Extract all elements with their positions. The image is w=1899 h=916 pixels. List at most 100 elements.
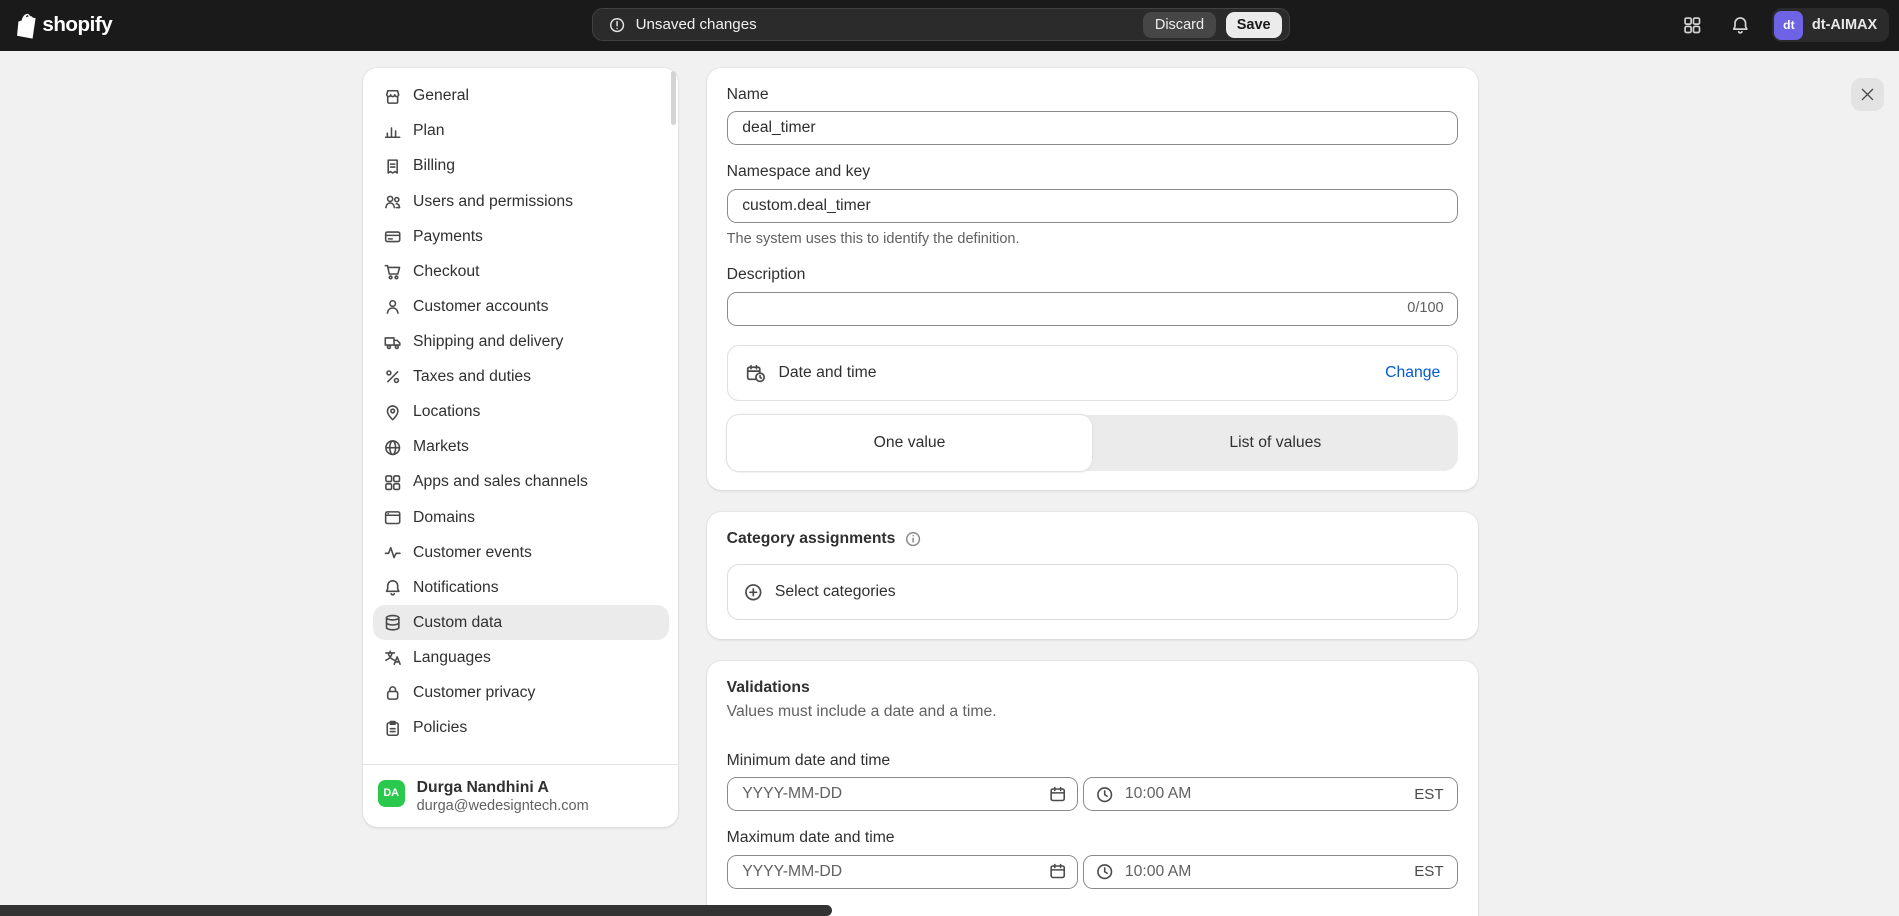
truck-icon xyxy=(383,332,402,351)
store-menu[interactable]: dt dt-AIMAX xyxy=(1772,8,1889,42)
value-count-segmented: One value List of values xyxy=(727,415,1459,471)
topbar-right: dt dt-AIMAX xyxy=(1675,8,1889,42)
max-date-label: Maximum date and time xyxy=(727,828,1459,847)
change-type-link[interactable]: Change xyxy=(1385,364,1440,382)
name-label: Name xyxy=(727,85,1459,104)
sidebar-scrollbar[interactable] xyxy=(671,71,676,124)
namespace-input[interactable] xyxy=(727,189,1459,223)
shopify-admin: shopify Unsaved changes Discard Save dt … xyxy=(0,0,1899,916)
namespace-help: The system uses this to identify the def… xyxy=(727,230,1459,248)
sidebar-item-customer-events[interactable]: Customer events xyxy=(373,535,669,570)
category-title: Category assignments xyxy=(727,529,896,548)
sidebar-item-policies[interactable]: Policies xyxy=(373,711,669,746)
user-avatar: DA xyxy=(378,780,405,807)
user-profile[interactable]: DA Durga Nandhini A durga@wedesigntech.c… xyxy=(363,764,678,827)
date-time-icon xyxy=(745,363,766,384)
unsaved-changes-text: Unsaved changes xyxy=(636,16,757,33)
store-name: dt-AIMAX xyxy=(1812,17,1877,33)
sidebar-item-checkout[interactable]: Checkout xyxy=(373,254,669,289)
globe-icon xyxy=(383,438,402,457)
close-icon xyxy=(1859,86,1876,103)
segment-one-value[interactable]: One value xyxy=(727,415,1093,471)
definition-card: Name Namespace and key The system uses t… xyxy=(707,68,1477,491)
sidebar-item-label: Billing xyxy=(413,157,455,175)
max-date-input[interactable] xyxy=(727,855,1078,889)
sidebar-item-label: Custom data xyxy=(413,614,502,632)
min-date-label: Minimum date and time xyxy=(727,751,1459,770)
person-icon xyxy=(383,297,402,316)
sidebar-item-label: Checkout xyxy=(413,263,479,281)
sidebar-item-customer-accounts[interactable]: Customer accounts xyxy=(373,289,669,324)
apps-button[interactable] xyxy=(1675,8,1709,42)
validations-title: Validations xyxy=(727,678,1459,697)
sidebar-item-domains[interactable]: Domains xyxy=(373,500,669,535)
close-button[interactable] xyxy=(1851,78,1885,112)
user-email: durga@wedesigntech.com xyxy=(417,797,589,815)
select-categories-button[interactable]: Select categories xyxy=(727,564,1459,620)
sidebar-item-label: Languages xyxy=(413,649,491,667)
sidebar-item-languages[interactable]: Languages xyxy=(373,640,669,675)
segment-list-of-values[interactable]: List of values xyxy=(1092,415,1458,471)
sidebar-item-taxes-and-duties[interactable]: Taxes and duties xyxy=(373,360,669,395)
sidebar-item-label: Customer privacy xyxy=(413,684,535,702)
content-type-box: Date and time Change xyxy=(727,345,1459,401)
translate-icon xyxy=(383,648,402,667)
namespace-label: Namespace and key xyxy=(727,162,1459,181)
sidebar-item-markets[interactable]: Markets xyxy=(373,430,669,465)
sidebar-item-locations[interactable]: Locations xyxy=(373,395,669,430)
pin-icon xyxy=(383,403,402,422)
bell-icon xyxy=(1730,15,1751,36)
validations-note: Values must include a date and a time. xyxy=(727,702,1459,721)
sidebar-item-shipping-and-delivery[interactable]: Shipping and delivery xyxy=(373,324,669,359)
sidebar-item-apps-and-sales-channels[interactable]: Apps and sales channels xyxy=(373,465,669,500)
sidebar-item-label: Plan xyxy=(413,122,445,140)
max-time-input[interactable] xyxy=(1083,855,1458,889)
min-date-input[interactable] xyxy=(727,777,1078,811)
description-input[interactable] xyxy=(727,292,1459,326)
settings-page: General Plan Billing Users and permissions P… xyxy=(0,51,1899,916)
sidebar-item-label: Users and permissions xyxy=(413,193,573,211)
definition-editor: Name Namespace and key The system uses t… xyxy=(707,68,1477,916)
topbar: shopify Unsaved changes Discard Save dt … xyxy=(0,0,1899,51)
shopify-wordmark: shopify xyxy=(42,13,112,37)
name-input[interactable] xyxy=(727,111,1459,145)
info-icon[interactable] xyxy=(904,530,922,548)
settings-nav: General Plan Billing Users and permissions P… xyxy=(363,68,678,765)
discard-button[interactable]: Discard xyxy=(1143,12,1216,37)
unsaved-changes-bar: Unsaved changes Discard Save xyxy=(592,8,1290,41)
sidebar-item-label: General xyxy=(413,87,469,105)
sidebar-item-label: Apps and sales channels xyxy=(413,473,588,491)
lock-icon xyxy=(383,683,402,702)
sidebar-item-label: Shipping and delivery xyxy=(413,333,563,351)
database-icon xyxy=(383,613,402,632)
sidebar-item-label: Taxes and duties xyxy=(413,368,531,386)
alert-circle-icon xyxy=(608,16,626,34)
horizontal-scrollbar[interactable] xyxy=(0,905,832,916)
grid-icon xyxy=(383,473,402,492)
validations-card: Validations Values must include a date a… xyxy=(707,661,1477,916)
apps-icon xyxy=(1682,15,1703,36)
notifications-button[interactable] xyxy=(1724,8,1758,42)
shopify-logo[interactable]: shopify xyxy=(15,12,113,40)
save-button[interactable]: Save xyxy=(1226,12,1282,37)
max-timezone: EST xyxy=(1414,863,1443,880)
sidebar-item-label: Policies xyxy=(413,719,467,737)
sidebar-item-customer-privacy[interactable]: Customer privacy xyxy=(373,676,669,711)
description-label: Description xyxy=(727,265,1459,284)
sidebar-item-billing[interactable]: Billing xyxy=(373,149,669,184)
sidebar-item-label: Markets xyxy=(413,438,469,456)
sidebar-item-users-and-permissions[interactable]: Users and permissions xyxy=(373,184,669,219)
sidebar-item-general[interactable]: General xyxy=(373,79,669,114)
sidebar-item-custom-data[interactable]: Custom data xyxy=(373,605,669,640)
store-avatar: dt xyxy=(1774,11,1803,40)
receipt-icon xyxy=(383,157,402,176)
min-time-input[interactable] xyxy=(1083,777,1458,811)
cart-icon xyxy=(383,262,402,281)
sidebar-item-label: Domains xyxy=(413,509,475,527)
sidebar-item-plan[interactable]: Plan xyxy=(373,114,669,149)
char-counter: 0/100 xyxy=(1407,300,1443,316)
sidebar-item-payments[interactable]: Payments xyxy=(373,219,669,254)
sidebar-item-notifications[interactable]: Notifications xyxy=(373,570,669,605)
card-icon xyxy=(383,227,402,246)
shopify-bag-icon xyxy=(15,12,38,40)
